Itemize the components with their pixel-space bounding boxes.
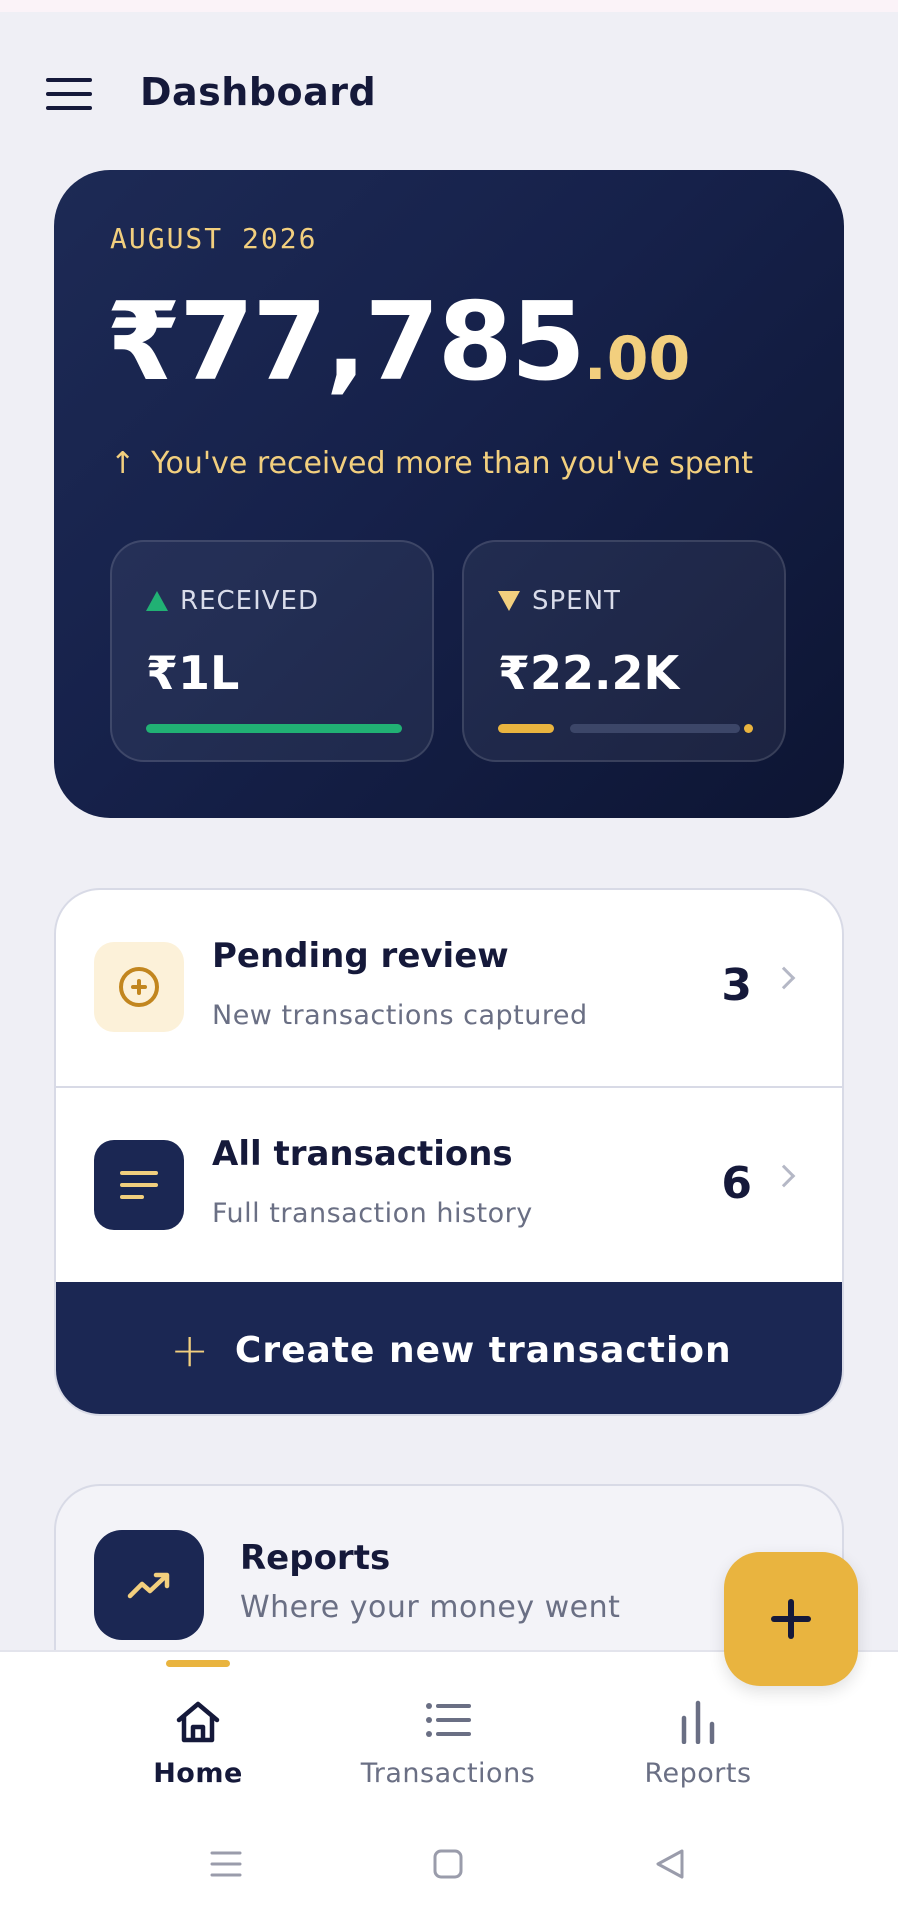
received-value: ₹1L	[146, 646, 240, 700]
recents-icon	[210, 1851, 242, 1877]
balance-main: ₹77,785	[106, 280, 586, 405]
balance-summary-card: AUGUST 2026 ₹77,785 .00 ↑ You've receive…	[54, 170, 844, 818]
all-transactions-subtitle: Full transaction history	[212, 1198, 533, 1229]
summary-month: AUGUST 2026	[110, 222, 318, 255]
system-recents-button[interactable]	[196, 1842, 256, 1886]
balance-note-text: You've received more than you've spent	[151, 446, 754, 481]
square-icon	[433, 1849, 463, 1879]
nav-transactions[interactable]: Transactions	[318, 1652, 578, 1802]
chevron-right-icon	[772, 966, 796, 990]
page-title: Dashboard	[140, 70, 377, 114]
system-navigation-bar	[0, 1800, 898, 1920]
all-transactions-title: All transactions	[212, 1134, 513, 1174]
back-triangle-icon	[656, 1849, 684, 1879]
list-lines-icon	[94, 1140, 184, 1230]
spent-label: SPENT	[532, 586, 621, 616]
circle-plus-icon	[94, 942, 184, 1032]
list-icon	[318, 1700, 578, 1740]
add-fab-button[interactable]	[724, 1552, 858, 1686]
create-transaction-button[interactable]: + Create new transaction	[56, 1282, 842, 1414]
reports-subtitle: Where your money went	[240, 1590, 621, 1625]
spent-progress-dot	[744, 724, 753, 733]
balance-cents: .00	[583, 324, 691, 394]
all-transactions-row[interactable]: All transactions Full transaction histor…	[56, 1086, 842, 1282]
pending-review-count: 3	[721, 960, 752, 1011]
received-label: RECEIVED	[180, 586, 319, 616]
balance-amount: ₹77,785 .00	[106, 280, 690, 405]
nav-home-label: Home	[153, 1758, 243, 1789]
pending-review-row[interactable]: Pending review New transactions captured…	[56, 890, 842, 1086]
triangle-down-icon	[498, 591, 520, 611]
create-transaction-label: Create new transaction	[234, 1329, 732, 1371]
app-header: Dashboard	[0, 56, 898, 128]
status-strip	[0, 0, 898, 12]
received-progress-bar	[146, 724, 402, 733]
spent-progress-bar	[498, 724, 754, 733]
arrow-up-icon: ↑	[110, 446, 136, 481]
home-icon	[68, 1700, 328, 1744]
spent-value: ₹22.2K	[498, 646, 680, 700]
nav-transactions-label: Transactions	[360, 1758, 536, 1789]
spent-stat: SPENT ₹22.2K	[462, 540, 786, 762]
bar-chart-icon	[568, 1700, 828, 1744]
nav-reports-label: Reports	[644, 1758, 752, 1789]
spent-progress-fill	[498, 724, 554, 733]
spent-progress-track	[570, 724, 740, 733]
plus-icon: +	[170, 1323, 209, 1377]
hamburger-menu-icon[interactable]	[46, 78, 92, 110]
active-tab-indicator	[166, 1660, 230, 1667]
transactions-card: Pending review New transactions captured…	[54, 888, 844, 1416]
plus-icon	[771, 1599, 811, 1639]
all-transactions-count: 6	[721, 1158, 752, 1209]
received-stat: RECEIVED ₹1L	[110, 540, 434, 762]
pending-review-title: Pending review	[212, 936, 509, 976]
system-home-button[interactable]	[418, 1842, 478, 1886]
pending-review-subtitle: New transactions captured	[212, 1000, 588, 1031]
triangle-up-icon	[146, 591, 168, 611]
system-back-button[interactable]	[640, 1842, 700, 1886]
chevron-right-icon	[772, 1164, 796, 1188]
balance-note: ↑ You've received more than you've spent	[110, 446, 753, 481]
reports-title: Reports	[240, 1538, 391, 1578]
nav-home[interactable]: Home	[68, 1652, 328, 1802]
trend-up-icon	[94, 1530, 204, 1640]
